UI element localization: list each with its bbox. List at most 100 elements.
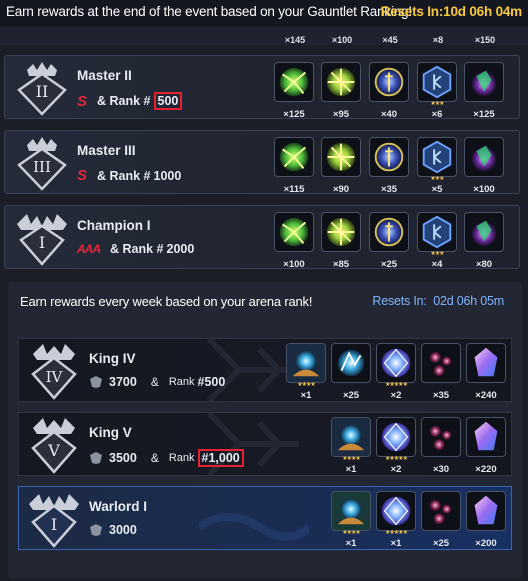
tier-name: King IV [89,351,136,366]
reward-quantity: ×1 [390,538,402,549]
rank-value-highlighted: 500 [153,92,183,110]
tier-name: Warlord I [89,499,148,514]
reward-quantity: ×100 [473,184,495,195]
reward-quantity: ×240 [475,390,497,401]
reward-quantity: ×25 [380,259,398,270]
rarity-stars: ★★★ [430,101,444,107]
reward-quantity: ×2 [390,464,402,475]
tier-name: Master III [77,143,136,158]
reward-quantity: ×145 [284,35,306,45]
rank-badge-icon: S [77,167,88,184]
green-shards-reward-icon[interactable] [274,212,314,252]
reward-quantity: ×220 [475,464,497,475]
gold-shards-reward-icon[interactable] [321,62,361,102]
pink-shards-reward-icon[interactable] [421,343,461,383]
rank-value: #500 [197,375,226,389]
svg-text:II: II [36,82,49,101]
reward-quantity: ×125 [473,109,495,120]
pink-shards-reward-icon[interactable] [421,417,461,457]
reward-quantity: ×115 [283,184,305,195]
reward-quantity: ×40 [380,109,398,120]
reward-quantity: ×95 [332,109,350,120]
champion-portrait-reward-icon[interactable] [331,491,371,531]
arena-points-icon [90,376,102,388]
rank-value: 2000 [166,242,195,256]
gold-shards-reward-icon[interactable] [321,212,361,252]
purple-shards-reward-icon[interactable] [464,212,504,252]
svg-text:I: I [51,515,57,534]
winged-shield-emblem-icon: I [29,494,79,548]
rarity-stars: ★★★★★ [385,530,408,536]
purple-shards-reward-icon[interactable] [464,62,504,102]
prism-crystal-reward-icon[interactable] [466,417,506,457]
rarity-stars: ★★★ [430,176,444,182]
reward-quantity: ×100 [331,35,353,45]
rarity-stars: ★★★★★ [385,456,408,462]
reward-quantity: ×100 [283,259,305,270]
reward-quantity: ×45 [382,35,398,45]
svg-text:III: III [33,158,51,176]
crown-emblem-icon: II [17,62,67,116]
gem-reward-icon[interactable] [376,417,416,457]
gem-reward-icon[interactable] [376,343,416,383]
prism-crystal-reward-icon[interactable] [466,343,506,383]
svg-text:V: V [47,441,60,460]
crystal-shards-reward-icon[interactable] [331,343,371,383]
crown-shield-emblem-icon: IV [31,344,77,400]
reward-quantity: ×1 [345,538,357,549]
champion-portrait-reward-icon[interactable] [286,343,326,383]
previous-tier-row: ×145 ×100 ×45 ×8 ×150 [0,27,528,45]
reward-quantity: ×30 [432,464,450,475]
rank-value: 1000 [153,168,182,183]
background-ornament [199,513,309,541]
rank-value-highlighted: #1,000 [197,449,244,467]
blue-rune-shield-reward-icon[interactable] [417,212,457,252]
green-shards-reward-icon[interactable] [274,137,314,177]
gauntlet-header: Earn rewards at the end of the event bas… [0,0,528,26]
reward-quantity: ×35 [380,184,398,195]
reward-quantity: ×8 [432,35,444,45]
svg-text:IV: IV [46,368,64,386]
crown-emblem-icon: III [17,137,67,191]
reward-quantity: ×2 [390,390,402,401]
svg-text:I: I [39,233,45,252]
tier-name: King V [89,425,132,440]
rune-orb-reward-icon[interactable] [369,137,409,177]
gold-shards-reward-icon[interactable] [321,137,361,177]
reward-quantity: ×6 [431,109,443,120]
purple-shards-reward-icon[interactable] [464,137,504,177]
reward-quantity: ×150 [474,35,496,45]
rarity-stars: ★★★★ [342,530,361,536]
rune-orb-reward-icon[interactable] [369,62,409,102]
tier-requirement: AAA & Rank # 2000 [77,242,195,256]
gauntlet-message: Earn rewards at the end of the event bas… [6,4,412,19]
blue-rune-shield-reward-icon[interactable] [417,137,457,177]
tier-requirement: S & Rank # 500 [77,92,183,110]
champion-portrait-reward-icon[interactable] [331,417,371,457]
prism-crystal-reward-icon[interactable] [466,491,506,531]
arena-reset-timer: Resets In: 02d 06h 05m [372,294,504,308]
tier-name: Champion I [77,218,151,233]
reward-quantity: ×25 [342,390,360,401]
reward-quantity: ×5 [431,184,443,195]
reward-quantity: ×35 [432,390,450,401]
gem-reward-icon[interactable] [376,491,416,531]
reward-quantity: ×85 [332,259,350,270]
rarity-stars: ★★★★★ [385,382,408,388]
rarity-stars: ★★★ [430,251,444,257]
tier-requirement: 3500 & Rank #1,000 [89,449,244,467]
rank-badge-icon: AAA [77,242,101,256]
green-shards-reward-icon[interactable] [274,62,314,102]
reward-quantity: ×90 [332,184,350,195]
tier-requirement: S & Rank # 1000 [77,167,182,184]
reward-quantity: ×200 [475,538,497,549]
pink-shards-reward-icon[interactable] [421,491,461,531]
tier-requirement: 3000 [89,523,137,537]
reward-quantity: ×25 [432,538,450,549]
winged-emblem-icon: I [17,214,67,266]
gauntlet-reset-timer: Resets In:10d 06h 04m [380,4,523,19]
rune-orb-reward-icon[interactable] [369,212,409,252]
blue-rune-shield-reward-icon[interactable] [417,62,457,102]
rarity-stars: ★★★★ [297,382,316,388]
reward-quantity: ×4 [431,259,443,270]
